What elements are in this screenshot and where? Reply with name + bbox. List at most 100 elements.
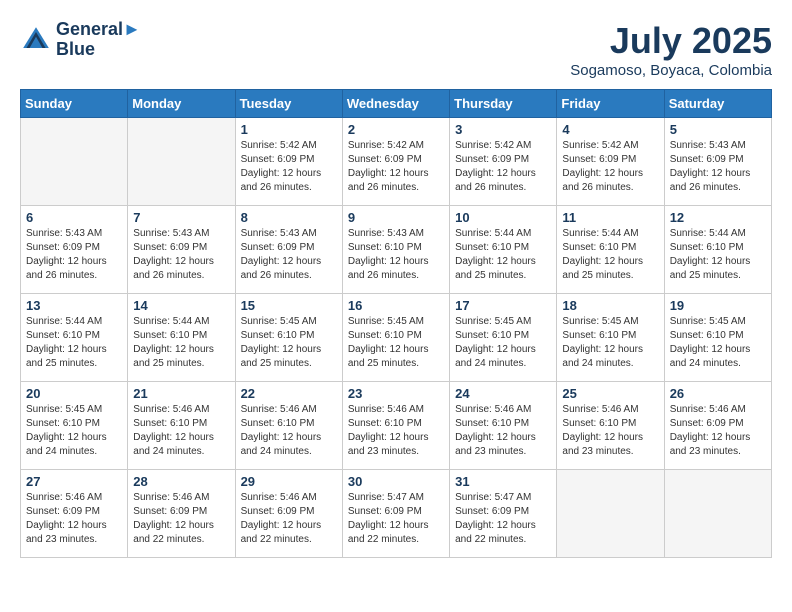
day-cell: 22Sunrise: 5:46 AM Sunset: 6:10 PM Dayli… <box>235 382 342 470</box>
day-cell: 24Sunrise: 5:46 AM Sunset: 6:10 PM Dayli… <box>450 382 557 470</box>
day-number: 28 <box>133 474 229 489</box>
day-info: Sunrise: 5:46 AM Sunset: 6:10 PM Dayligh… <box>133 403 229 459</box>
day-info: Sunrise: 5:45 AM Sunset: 6:10 PM Dayligh… <box>348 315 444 371</box>
day-number: 13 <box>26 298 122 313</box>
day-number: 16 <box>348 298 444 313</box>
logo-text: General► Blue <box>56 20 141 60</box>
day-cell: 14 Sunrise: 5:44 AM Sunset: 6:10 PM Dayli… <box>128 294 235 382</box>
day-cell: 26 Sunrise: 5:46 AM Sunset: 6:09 PM Dayli… <box>664 382 771 470</box>
day-info: Sunrise: 5:46 AM Sunset: 6:09 PM Dayligh… <box>670 403 766 459</box>
col-header-friday: Friday <box>557 90 664 118</box>
day-number: 9 <box>348 210 444 225</box>
day-number: 15 <box>241 298 337 313</box>
day-info: Sunrise: 5:43 AM Sunset: 6:09 PM Dayligh… <box>670 139 766 195</box>
day-info: Sunrise: 5:45 AM Sunset: 6:10 PM Dayligh… <box>562 315 658 371</box>
day-number: 11 <box>562 210 658 225</box>
day-info: Sunrise: 5:44 AM Sunset: 6:10 PM Dayligh… <box>455 227 551 283</box>
day-number: 6 <box>26 210 122 225</box>
day-number: 23 <box>348 386 444 401</box>
day-info: Sunrise: 5:44 AM Sunset: 6:10 PM Dayligh… <box>133 315 229 371</box>
day-cell: 21 Sunrise: 5:46 AM Sunset: 6:10 PM Dayli… <box>128 382 235 470</box>
day-number: 8 <box>241 210 337 225</box>
day-number: 19 <box>670 298 766 313</box>
day-info: Sunrise: 5:46 AM Sunset: 6:10 PM Dayligh… <box>562 403 658 459</box>
day-cell: 25 Sunrise: 5:46 AM Sunset: 6:10 PM Dayli… <box>557 382 664 470</box>
day-cell: 11 Sunrise: 5:44 AM Sunset: 6:10 PM Dayli… <box>557 206 664 294</box>
day-cell: 20 Sunrise: 5:45 AM Sunset: 6:10 PM Dayli… <box>21 382 128 470</box>
week-row-4: 20 Sunrise: 5:45 AM Sunset: 6:10 PM Dayli… <box>21 382 772 470</box>
col-header-tuesday: Tuesday <box>235 90 342 118</box>
day-number: 4 <box>562 122 658 137</box>
day-cell: 18 Sunrise: 5:45 AM Sunset: 6:10 PM Dayli… <box>557 294 664 382</box>
day-info: Sunrise: 5:43 AM Sunset: 6:09 PM Dayligh… <box>26 227 122 283</box>
day-cell: 8Sunrise: 5:43 AM Sunset: 6:09 PM Daylig… <box>235 206 342 294</box>
day-info: Sunrise: 5:46 AM Sunset: 6:09 PM Dayligh… <box>26 491 122 547</box>
day-cell: 16 Sunrise: 5:45 AM Sunset: 6:10 PM Dayli… <box>342 294 449 382</box>
day-cell <box>128 118 235 206</box>
day-number: 24 <box>455 386 551 401</box>
day-cell: 6 Sunrise: 5:43 AM Sunset: 6:09 PM Daylig… <box>21 206 128 294</box>
week-row-5: 27Sunrise: 5:46 AM Sunset: 6:09 PM Dayli… <box>21 470 772 558</box>
day-cell: 3Sunrise: 5:42 AM Sunset: 6:09 PM Daylig… <box>450 118 557 206</box>
calendar-table: SundayMondayTuesdayWednesdayThursdayFrid… <box>20 89 772 558</box>
day-number: 20 <box>26 386 122 401</box>
day-number: 5 <box>670 122 766 137</box>
day-number: 12 <box>670 210 766 225</box>
day-info: Sunrise: 5:45 AM Sunset: 6:10 PM Dayligh… <box>26 403 122 459</box>
day-number: 26 <box>670 386 766 401</box>
day-info: Sunrise: 5:43 AM Sunset: 6:10 PM Dayligh… <box>348 227 444 283</box>
week-row-2: 6 Sunrise: 5:43 AM Sunset: 6:09 PM Daylig… <box>21 206 772 294</box>
day-info: Sunrise: 5:45 AM Sunset: 6:10 PM Dayligh… <box>241 315 337 371</box>
day-number: 3 <box>455 122 551 137</box>
day-info: Sunrise: 5:47 AM Sunset: 6:09 PM Dayligh… <box>455 491 551 547</box>
day-cell: 29Sunrise: 5:46 AM Sunset: 6:09 PM Dayli… <box>235 470 342 558</box>
day-cell: 28 Sunrise: 5:46 AM Sunset: 6:09 PM Dayli… <box>128 470 235 558</box>
day-cell: 1Sunrise: 5:42 AM Sunset: 6:09 PM Daylig… <box>235 118 342 206</box>
day-cell <box>21 118 128 206</box>
day-number: 14 <box>133 298 229 313</box>
day-cell: 17 Sunrise: 5:45 AM Sunset: 6:10 PM Dayli… <box>450 294 557 382</box>
day-cell: 7Sunrise: 5:43 AM Sunset: 6:09 PM Daylig… <box>128 206 235 294</box>
week-row-1: 1 Sunrise: 5:42 AM Sunset: 6:09 PM Daylig… <box>21 118 772 206</box>
day-cell: 15 Sunrise: 5:45 AM Sunset: 6:10 PM Dayli… <box>235 294 342 382</box>
day-number: 21 <box>133 386 229 401</box>
day-cell: 23 Sunrise: 5:46 AM Sunset: 6:10 PM Dayli… <box>342 382 449 470</box>
day-number: 29 <box>241 474 337 489</box>
day-number: 7 <box>133 210 229 225</box>
month-title: July 2025 <box>570 20 772 62</box>
day-cell <box>557 470 664 558</box>
col-header-saturday: Saturday <box>664 90 771 118</box>
day-info: Sunrise: 5:42 AM Sunset: 6:09 PM Dayligh… <box>348 139 444 195</box>
day-info: Sunrise: 5:47 AM Sunset: 6:09 PM Dayligh… <box>348 491 444 547</box>
title-block: July 2025 Sogamoso, Boyaca, Colombia <box>570 20 772 79</box>
day-number: 1 <box>241 122 337 137</box>
day-info: Sunrise: 5:45 AM Sunset: 6:10 PM Dayligh… <box>670 315 766 371</box>
day-cell: 9 Sunrise: 5:43 AM Sunset: 6:10 PM Daylig… <box>342 206 449 294</box>
day-cell: 10Sunrise: 5:44 AM Sunset: 6:10 PM Dayli… <box>450 206 557 294</box>
day-number: 18 <box>562 298 658 313</box>
logo: General► Blue <box>20 20 141 60</box>
day-info: Sunrise: 5:46 AM Sunset: 6:09 PM Dayligh… <box>133 491 229 547</box>
calendar-header-row: SundayMondayTuesdayWednesdayThursdayFrid… <box>21 90 772 118</box>
day-cell: 12Sunrise: 5:44 AM Sunset: 6:10 PM Dayli… <box>664 206 771 294</box>
day-number: 25 <box>562 386 658 401</box>
day-cell: 19 Sunrise: 5:45 AM Sunset: 6:10 PM Dayli… <box>664 294 771 382</box>
day-info: Sunrise: 5:46 AM Sunset: 6:10 PM Dayligh… <box>348 403 444 459</box>
day-number: 17 <box>455 298 551 313</box>
day-cell: 31Sunrise: 5:47 AM Sunset: 6:09 PM Dayli… <box>450 470 557 558</box>
location: Sogamoso, Boyaca, Colombia <box>570 62 772 79</box>
day-cell: 27Sunrise: 5:46 AM Sunset: 6:09 PM Dayli… <box>21 470 128 558</box>
day-cell: 4Sunrise: 5:42 AM Sunset: 6:09 PM Daylig… <box>557 118 664 206</box>
day-cell: 2 Sunrise: 5:42 AM Sunset: 6:09 PM Daylig… <box>342 118 449 206</box>
day-cell: 13Sunrise: 5:44 AM Sunset: 6:10 PM Dayli… <box>21 294 128 382</box>
day-info: Sunrise: 5:46 AM Sunset: 6:10 PM Dayligh… <box>241 403 337 459</box>
page-header: General► Blue July 2025 Sogamoso, Boyaca… <box>20 20 772 79</box>
day-info: Sunrise: 5:44 AM Sunset: 6:10 PM Dayligh… <box>562 227 658 283</box>
day-info: Sunrise: 5:45 AM Sunset: 6:10 PM Dayligh… <box>455 315 551 371</box>
col-header-thursday: Thursday <box>450 90 557 118</box>
col-header-sunday: Sunday <box>21 90 128 118</box>
col-header-monday: Monday <box>128 90 235 118</box>
week-row-3: 13 Sunrise: 5:44 AM Sunset: 6:10 PM Dayli… <box>21 294 772 382</box>
day-cell: 5 Sunrise: 5:43 AM Sunset: 6:09 PM Daylig… <box>664 118 771 206</box>
day-number: 2 <box>348 122 444 137</box>
